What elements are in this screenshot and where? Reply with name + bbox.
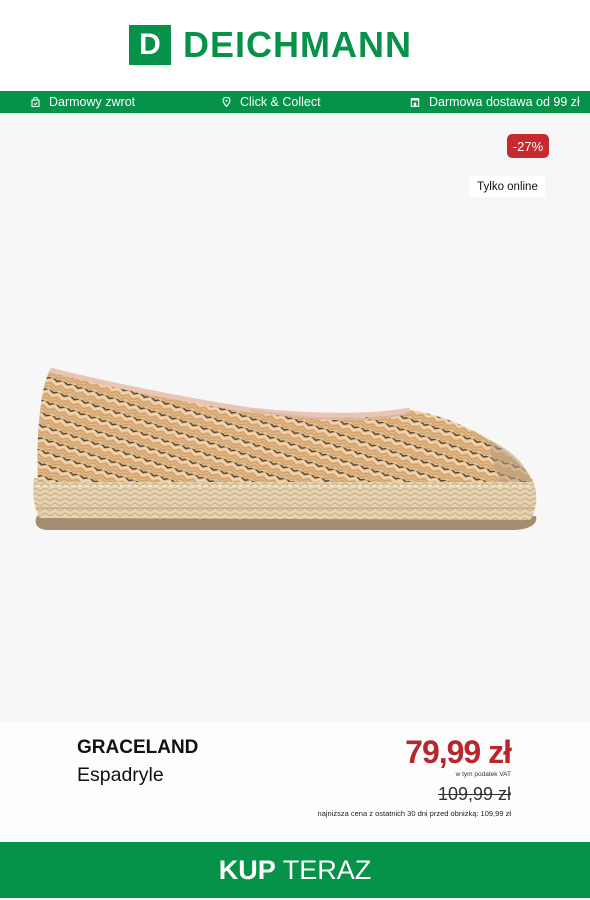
buy-now-label: TERAZ (275, 854, 372, 885)
logo-wordmark: DEICHMANN (183, 24, 412, 65)
store-icon (410, 97, 420, 107)
deichmann-logo[interactable]: D DEICHMANN (129, 25, 412, 65)
product-brand: GRACELAND (77, 737, 199, 758)
old-price: 109,99 zł (437, 784, 511, 804)
online-only-badge: Tylko online (470, 176, 545, 197)
buy-now-button[interactable]: KUP TERAZ (0, 842, 590, 898)
usp-label: Click & Collect (240, 95, 321, 109)
location-pin-icon (222, 97, 231, 107)
discount-badge: -27% (507, 134, 549, 158)
usp-label: Darmowa dostawa od 99 zł (429, 95, 580, 109)
vat-note: w tym podatek VAT (455, 771, 511, 778)
usp-bar: Darmowy zwrot Click & Collect Darmowa do… (0, 91, 590, 113)
buy-now-label-bold: KUP (218, 854, 276, 885)
usp-free-returns[interactable]: Darmowy zwrot (31, 91, 135, 113)
usp-free-delivery[interactable]: Darmowa dostawa od 99 zł (410, 91, 580, 113)
product-type: Espadryle (77, 764, 164, 786)
espadrille-shoe-image (33, 367, 537, 530)
usp-click-collect[interactable]: Click & Collect (222, 91, 321, 113)
bag-return-icon (31, 97, 40, 107)
usp-label: Darmowy zwrot (49, 95, 136, 109)
current-price: 79,99 zł (405, 734, 512, 770)
lowest-price-note: najniższa cena z ostatnich 30 dni przed … (317, 809, 511, 818)
logo-mark: D (129, 25, 171, 65)
header: D DEICHMANN (0, 0, 590, 91)
